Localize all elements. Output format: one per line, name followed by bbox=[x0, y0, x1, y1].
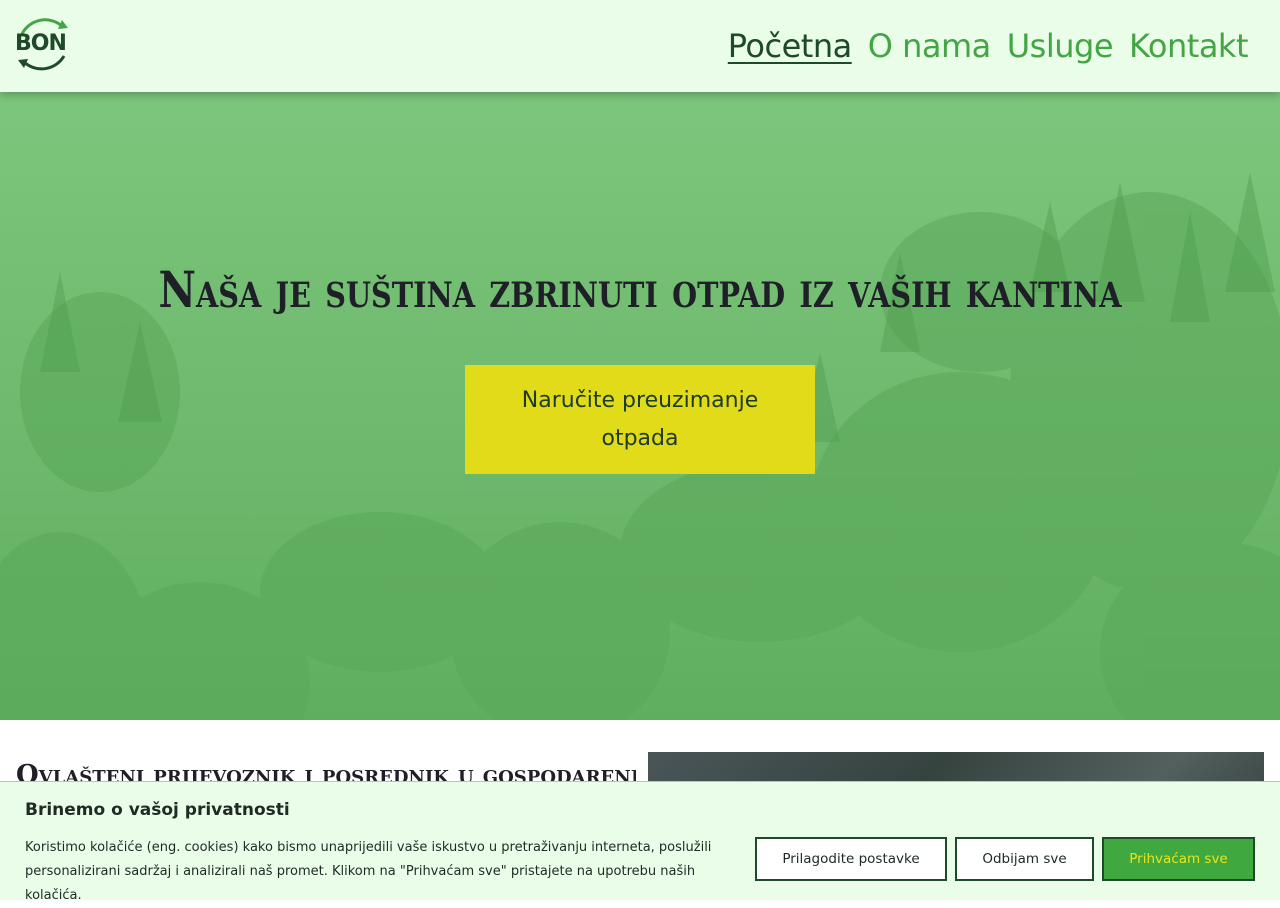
bon-logo[interactable]: BON bbox=[12, 14, 74, 74]
nav-item-o-nama[interactable]: O nama bbox=[868, 24, 992, 68]
customize-settings-button[interactable]: Prilagodite postavke bbox=[755, 837, 947, 881]
cookie-banner: Brinemo o vašoj privatnosti Koristimo ko… bbox=[0, 781, 1280, 903]
accept-all-button[interactable]: Prihvaćam sve bbox=[1102, 837, 1255, 881]
cookie-title: Brinemo o vašoj privatnosti bbox=[25, 800, 290, 820]
nav-item-pocetna[interactable]: Početna bbox=[728, 24, 852, 68]
site-header: BON Početna O nama Usluge Kontakt bbox=[0, 0, 1280, 92]
hero-title: Naša je suština zbrinuti otpad iz vaših … bbox=[158, 260, 1122, 319]
logo-text: BON bbox=[15, 31, 67, 56]
nav-item-kontakt[interactable]: Kontakt bbox=[1129, 24, 1248, 68]
hero-section: Naša je suština zbrinuti otpad iz vaših … bbox=[0, 92, 1280, 720]
reject-all-button[interactable]: Odbijam sve bbox=[955, 837, 1094, 881]
main-nav: Početna O nama Usluge Kontakt bbox=[728, 24, 1249, 68]
nav-item-usluge[interactable]: Usluge bbox=[1007, 24, 1114, 68]
order-pickup-button[interactable]: Naručite preuzimanje otpada bbox=[465, 365, 815, 474]
cookie-text: Koristimo kolačiće (eng. cookies) kako b… bbox=[25, 840, 712, 903]
